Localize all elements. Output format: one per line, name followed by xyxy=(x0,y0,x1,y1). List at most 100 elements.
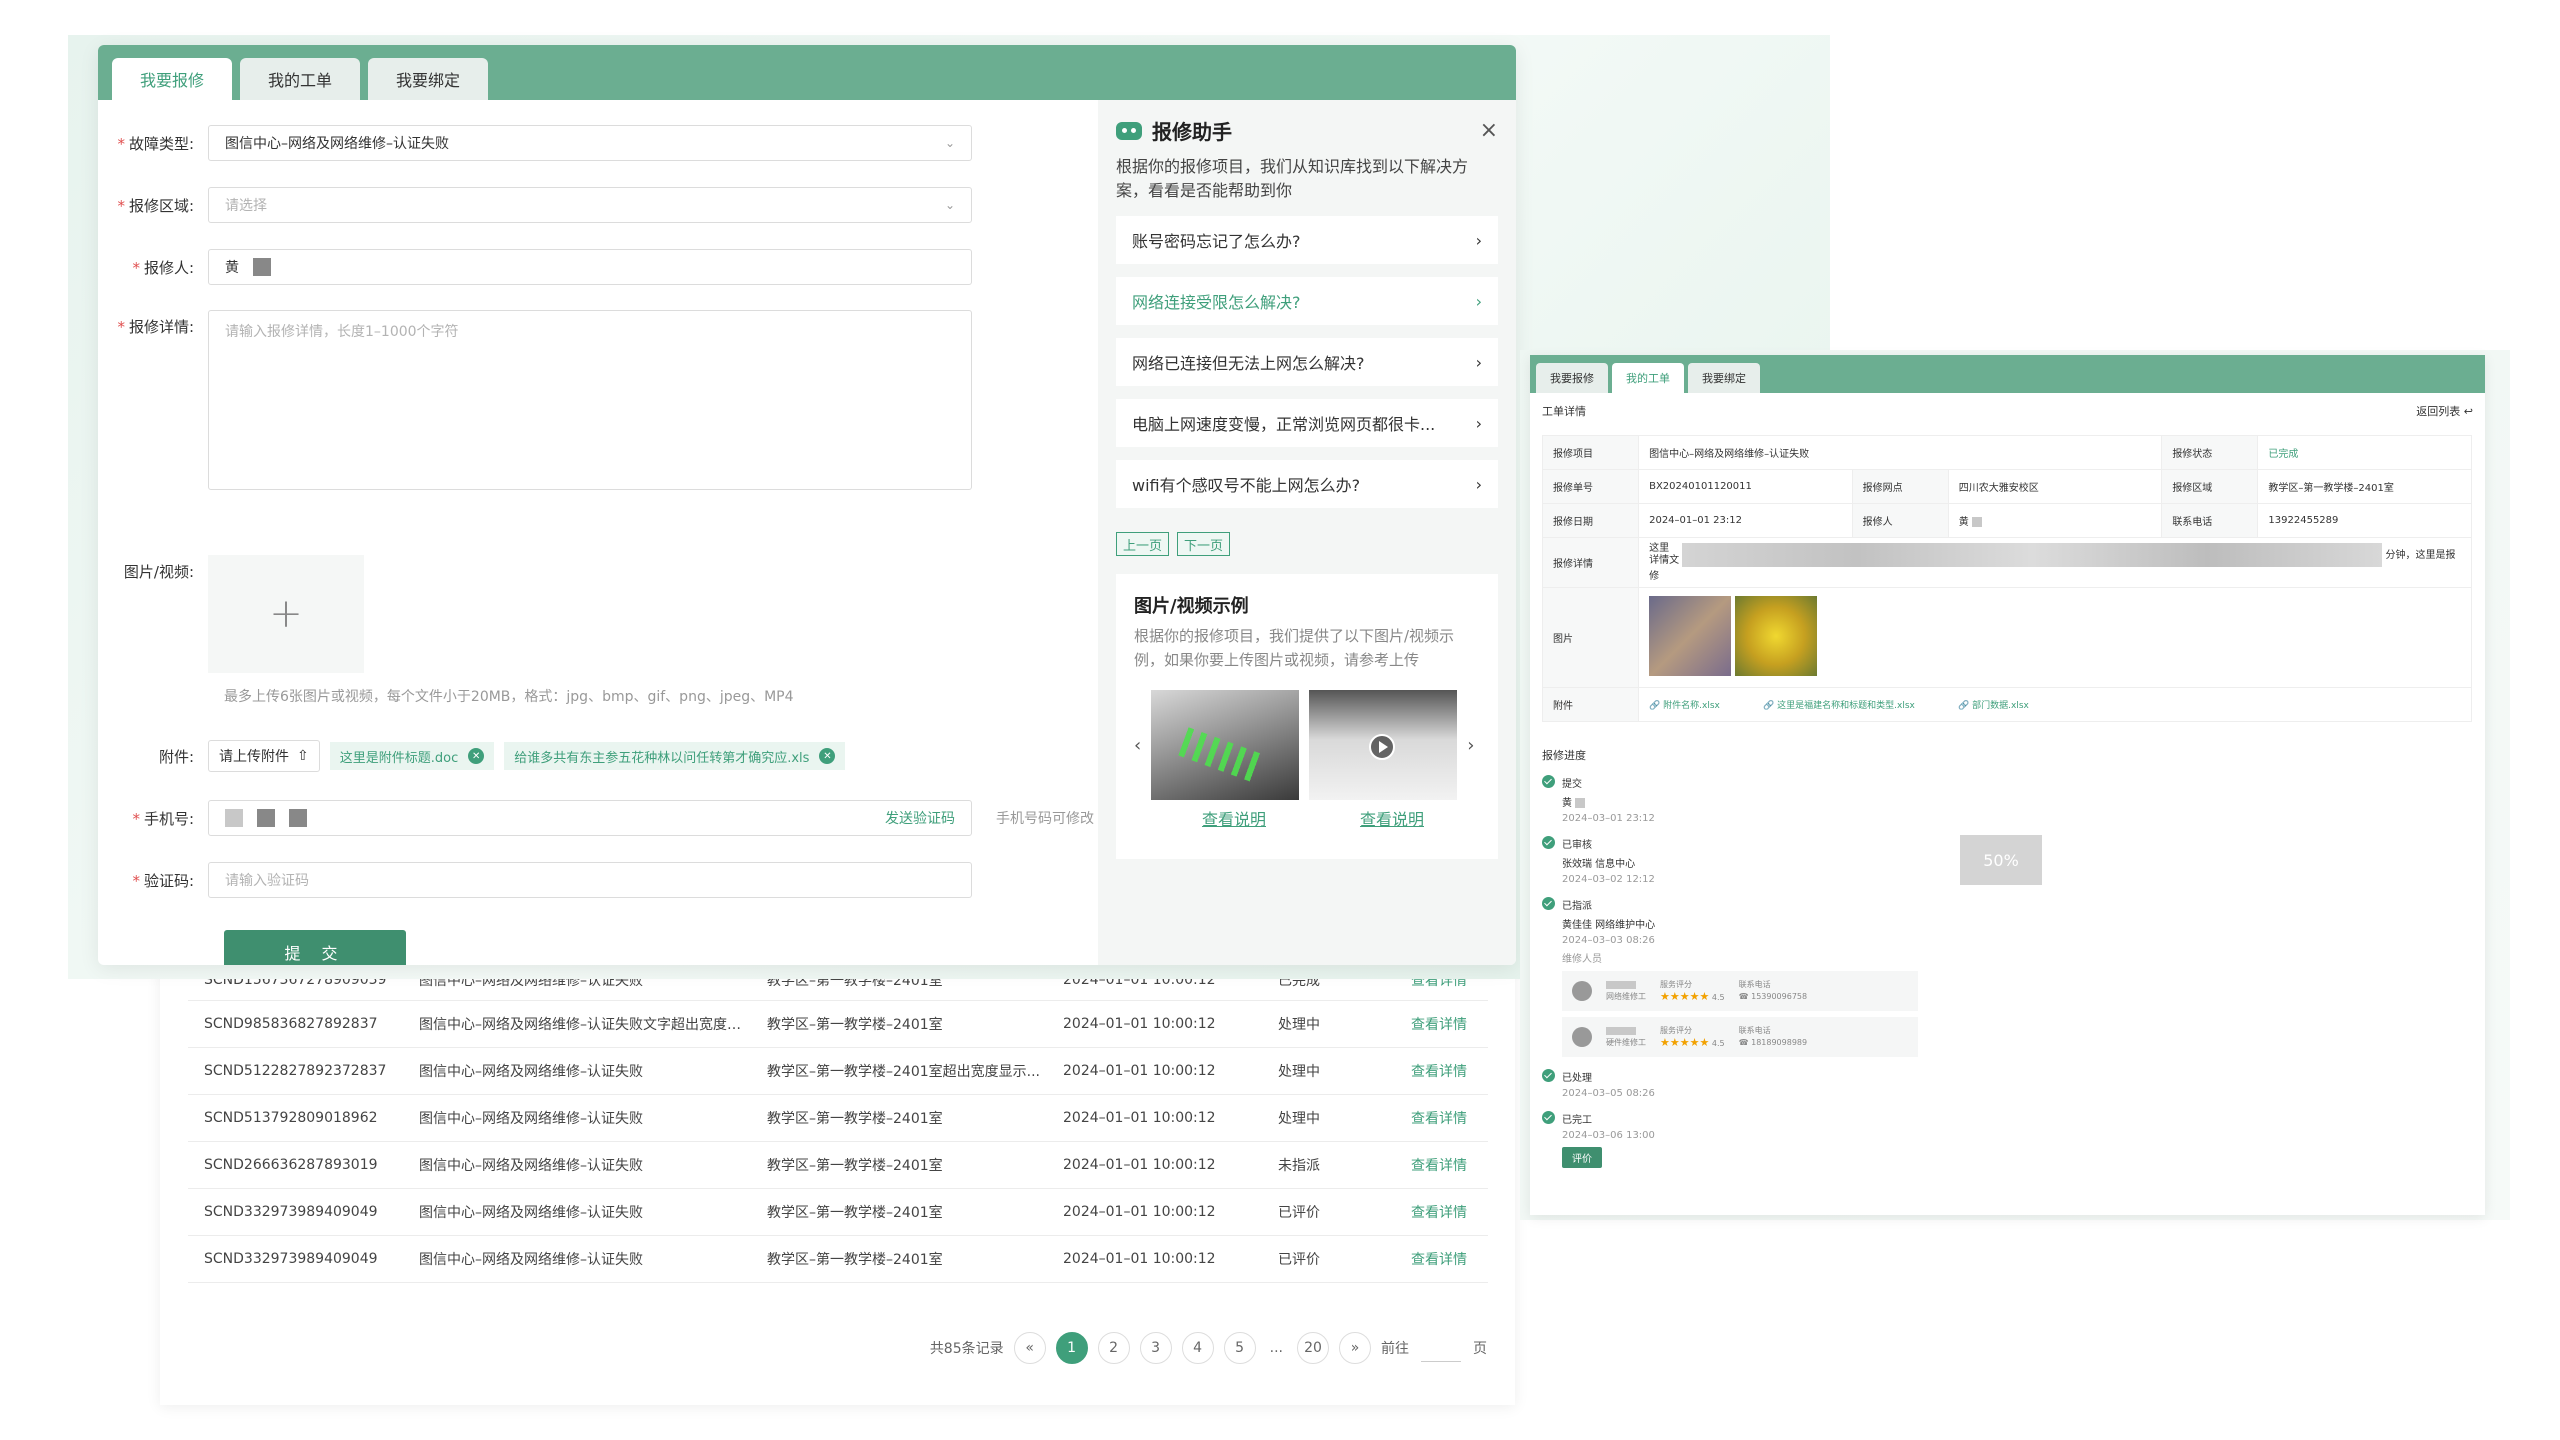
close-icon[interactable]: × xyxy=(1480,118,1498,143)
view-details-link[interactable]: 查看详情 xyxy=(1395,1141,1488,1189)
table-cell: 2024–01–01 10:00:12 xyxy=(1047,1188,1262,1236)
table-cell: 已评价 xyxy=(1262,1235,1395,1283)
pagination-page-2[interactable]: 2 xyxy=(1097,1332,1130,1364)
repair-photo[interactable] xyxy=(1735,596,1818,676)
attachment-link[interactable]: 🔗 部门数据.xlsx xyxy=(1958,701,2029,711)
pagination-page-4[interactable]: 4 xyxy=(1181,1332,1214,1364)
field-key: 附件 xyxy=(1541,687,1640,722)
fault-type-label: * 故障类型: xyxy=(117,134,194,153)
check-circle-icon xyxy=(1542,1111,1555,1124)
table-cell: 2024–01–01 10:00:12 xyxy=(1047,1047,1262,1095)
pagination-page-5[interactable]: 5 xyxy=(1223,1332,1256,1364)
chevron-down-icon: ⌄ xyxy=(944,136,955,150)
field-key: 报修项目 xyxy=(1541,435,1640,470)
faq-item[interactable]: wifi有个感叹号不能上网怎么办? › xyxy=(1116,460,1498,508)
table-cell: 图信中心–网络及网络维修–认证失败 xyxy=(403,1141,751,1189)
faq-item[interactable]: 网络已连接但无法上网怎么解决? › xyxy=(1116,338,1498,386)
table-cell: SCND332973989409049 xyxy=(188,1235,403,1283)
remove-file-icon[interactable]: ✕ xyxy=(819,748,836,764)
table-cell: SCND266636287893019 xyxy=(188,1141,403,1189)
order-list-panel: SCND1567367278909039 图信中心–网络及网络维修–认证失败 教学区… xyxy=(160,960,1515,1405)
media-example-card: 图片/视频示例 根据你的报修项目，我们提供了以下图片/视频示例，如果你要上传图片… xyxy=(1116,574,1498,859)
faq-item[interactable]: 账号密码忘记了怎么办? › xyxy=(1116,216,1498,264)
tab-report-repair[interactable]: 我要报修 xyxy=(112,58,233,100)
view-details-link[interactable]: 查看详情 xyxy=(1395,1235,1488,1283)
field-key: 报修人 xyxy=(1851,503,1949,538)
table-cell: 处理中 xyxy=(1262,1094,1395,1142)
tab-binding[interactable]: 我要绑定 xyxy=(368,58,489,100)
faq-item[interactable]: 电脑上网速度变慢，正常浏览网页都很卡... › xyxy=(1116,399,1498,447)
example-image-router[interactable] xyxy=(1151,690,1300,800)
area-select[interactable]: 请选择 ⌄ xyxy=(208,187,972,223)
example-description: 根据你的报修项目，我们提供了以下图片/视频示例，如果你要上传图片或视频，请参考上… xyxy=(1134,627,1455,669)
check-circle-icon xyxy=(1542,836,1555,849)
remove-file-icon[interactable]: ✕ xyxy=(468,748,485,764)
masked-phone xyxy=(289,809,307,827)
tab-binding[interactable]: 我要绑定 xyxy=(1688,363,1760,393)
pagination-page-last[interactable]: 20 xyxy=(1297,1332,1329,1364)
detail-tab-bar: 我要报修 我的工单 我要绑定 xyxy=(1530,355,2485,393)
star-rating: ★★★★★ xyxy=(1660,989,1710,1003)
pagination-page-3[interactable]: 3 xyxy=(1139,1332,1172,1364)
phone-input[interactable]: 发送验证码 xyxy=(208,800,972,836)
table-cell: 教学区–第一教学楼–2401室 xyxy=(751,1235,1047,1283)
view-instructions-link[interactable]: 查看说明 xyxy=(1318,806,1466,830)
pagination-page-1[interactable]: 1 xyxy=(1055,1332,1088,1364)
detail-label: * 报修详情: xyxy=(117,318,194,336)
status-value: 已完成 xyxy=(2257,435,2472,470)
order-detail-table: 报修项目 图信中心–网络及网络维修–认证失败 报修状态 已完成 报修单号 BX2… xyxy=(1541,435,2472,722)
submit-button[interactable]: 提 交 xyxy=(224,930,406,965)
detail-textarea[interactable]: 请输入报修详情，长度1–1000个字符 xyxy=(208,310,972,490)
tab-my-orders[interactable]: 我的工单 xyxy=(1612,363,1684,393)
view-details-link[interactable]: 查看详情 xyxy=(1395,1047,1488,1095)
fault-type-select[interactable]: 图信中心–网络及网络维修–认证失败 ⌄ xyxy=(208,125,972,161)
faq-prev-page-button[interactable]: 上一页 xyxy=(1116,532,1170,556)
upload-attachment-button[interactable]: 请上传附件 ⇧ xyxy=(208,740,320,772)
pagination-next[interactable]: » xyxy=(1339,1332,1371,1364)
detail-section-title: 工单详情 xyxy=(1542,405,1586,418)
view-details-link[interactable]: 查看详情 xyxy=(1395,1094,1488,1142)
pagination-prev[interactable]: « xyxy=(1013,1332,1046,1364)
code-label: * 验证码: xyxy=(132,871,194,890)
view-instructions-link[interactable]: 查看说明 xyxy=(1160,806,1308,830)
back-to-list-link[interactable]: 返回列表 ↩ xyxy=(2416,403,2473,419)
faq-item[interactable]: 网络连接受限怎么解决? › xyxy=(1116,277,1498,325)
attachment-file-tag: 这里是附件标题.doc ✕ xyxy=(329,742,495,770)
pagination: 共85条记录 « 1 2 3 4 5 ... 20 » 前往 页 xyxy=(930,1332,1487,1364)
table-cell: SCND5122827892372837 xyxy=(188,1047,403,1095)
progress-step: 已指派 黄佳佳 网络维护中心 2024–03–03 08:26 维修人员 网络维… xyxy=(1542,897,2142,1057)
pagination-ellipsis: ... xyxy=(1269,1340,1283,1356)
media-label: 图片/视频: xyxy=(123,563,194,581)
tab-report-repair[interactable]: 我要报修 xyxy=(1536,363,1608,393)
field-key: 报修状态 xyxy=(2161,435,2259,470)
tab-my-orders[interactable]: 我的工单 xyxy=(240,58,361,100)
table-cell: 2024–01–01 10:00:12 xyxy=(1047,1000,1262,1048)
attachment-link[interactable]: 🔗 附件名称.xlsx xyxy=(1649,701,1720,711)
table-cell: 图信中心–网络及网络维修–认证失败文字超出宽度显示... xyxy=(403,1000,751,1048)
table-cell: 处理中 xyxy=(1262,1000,1395,1048)
carousel-next-icon[interactable]: › xyxy=(1467,735,1474,756)
masked-name xyxy=(253,258,271,276)
send-code-button[interactable]: 发送验证码 xyxy=(885,808,955,828)
view-details-link[interactable]: 查看详情 xyxy=(1395,1000,1488,1048)
table-row: SCND5122827892372837 图信中心–网络及网络维修–认证失败 教学区… xyxy=(188,1047,1488,1095)
verification-code-input[interactable]: 请输入验证码 xyxy=(208,862,972,898)
view-details-link[interactable]: 查看详情 xyxy=(1395,1188,1488,1236)
pagination-goto-input[interactable] xyxy=(1421,1334,1461,1362)
table-cell: 教学区–第一教学楼–2401室 xyxy=(751,1188,1047,1236)
field-value: 这里 详情文 分钟，这里是报修 xyxy=(1638,537,2472,588)
faq-next-page-button[interactable]: 下一页 xyxy=(1177,532,1231,556)
rate-button[interactable]: 评价 xyxy=(1562,1147,1602,1168)
phone-icon: ☎ xyxy=(1738,1038,1749,1047)
reporter-input[interactable]: 黄 xyxy=(208,249,972,285)
table-cell: 2024–01–01 10:00:12 xyxy=(1047,1141,1262,1189)
example-video-device[interactable] xyxy=(1309,690,1458,800)
carousel-prev-icon[interactable]: ‹ xyxy=(1134,735,1141,756)
order-detail-window: 我要报修 我的工单 我要绑定 工单详情 返回列表 ↩ 报修项目 图信中心–网络及… xyxy=(1530,355,2485,1215)
repair-form-window: 我要报修 我的工单 我要绑定 * 故障类型: 图信中心–网络及网络维修–认证失败 ⌄… xyxy=(98,45,1516,965)
repair-photo[interactable] xyxy=(1649,596,1732,676)
media-upload-button[interactable]: + xyxy=(208,555,364,673)
assistant-title: 报修助手 xyxy=(1116,116,1232,145)
attachment-link[interactable]: 🔗 这里是福建名称和标题和类型.xlsx xyxy=(1763,701,1915,711)
field-value: 教学区–第一教学楼–2401室 xyxy=(2257,469,2472,504)
